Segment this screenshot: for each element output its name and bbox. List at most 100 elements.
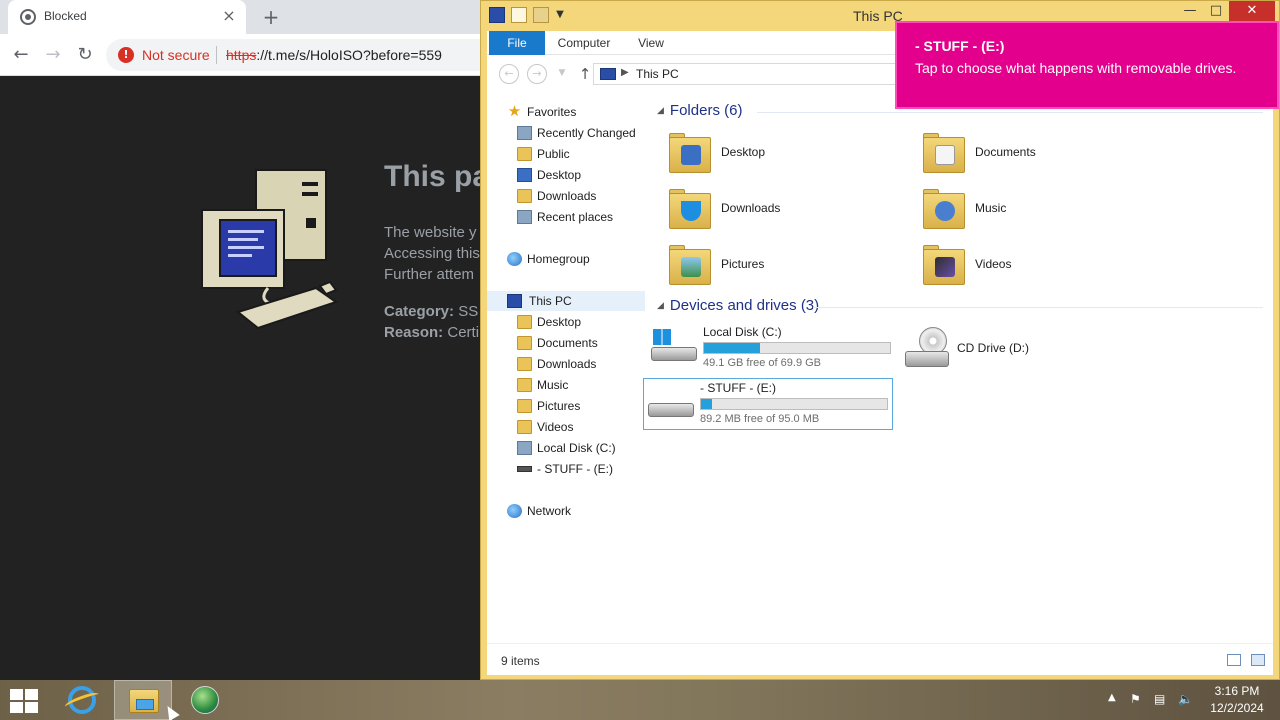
nav-label: Favorites: [527, 105, 577, 119]
nav-label: Network: [527, 504, 572, 518]
tab-title: Blocked: [44, 9, 87, 23]
details-view-icon[interactable]: [1227, 654, 1241, 666]
folder-icon: [517, 357, 532, 371]
properties-icon[interactable]: [511, 7, 527, 23]
nav-label: - STUFF - (E:): [537, 462, 613, 476]
network-icon: [507, 504, 522, 518]
documents-folder-icon: [923, 131, 965, 175]
internet-explorer-icon: [68, 686, 96, 714]
star-icon: ★: [507, 103, 522, 120]
computer-icon: [600, 68, 616, 80]
drive-cd-d[interactable]: CD Drive (D:): [901, 323, 1151, 375]
recent-places-icon: [517, 210, 532, 224]
start-button[interactable]: [10, 689, 40, 713]
up-arrow-icon[interactable]: ↑: [577, 64, 593, 84]
group-divider: [757, 112, 1263, 113]
folder-icon: [517, 315, 532, 329]
notification-body: Tap to choose what happens with removabl…: [915, 60, 1237, 76]
nav-label: Public: [537, 147, 570, 161]
folder-downloads[interactable]: Downloads: [669, 185, 909, 237]
category-row: Category: SS: [384, 303, 478, 320]
chevron-right-icon[interactable]: ▶: [621, 67, 629, 78]
items-view: ◢ Folders (6) Desktop Documents Downloads…: [643, 93, 1273, 643]
devices-group-header[interactable]: ◢ Devices and drives (3): [657, 297, 819, 314]
reload-icon[interactable]: ↻: [72, 42, 98, 68]
globe-icon: [20, 9, 36, 25]
new-folder-icon[interactable]: [533, 7, 549, 23]
chevron-down-icon[interactable]: ▼: [555, 7, 565, 23]
folder-label: Desktop: [721, 145, 766, 159]
speaker-muted-icon[interactable]: 🔈: [1178, 692, 1193, 706]
explorer-content: ★ Favorites Recently Changed Public Deskt…: [487, 93, 1273, 643]
folder-icon: [517, 147, 532, 161]
computer-icon[interactable]: [489, 7, 505, 23]
url-text[interactable]: https://t.me/s/HoloISO?before=559: [226, 47, 442, 63]
drive-local-disk-c[interactable]: Local Disk (C:) 49.1 GB free of 69.9 GB: [647, 323, 897, 375]
reason-value: Certi: [447, 324, 480, 341]
taskbar-browser[interactable]: [176, 680, 234, 720]
nav-this-pc[interactable]: This PC: [487, 291, 645, 311]
folder-pictures[interactable]: Pictures: [669, 241, 909, 293]
folder-icon: [517, 378, 532, 392]
folder-videos[interactable]: Videos: [923, 241, 1163, 293]
folder-music[interactable]: Music: [923, 185, 1163, 237]
tab-computer[interactable]: Computer: [549, 31, 619, 55]
drive-stuff-e[interactable]: - STUFF - (E:) 89.2 MB free of 95.0 MB: [643, 378, 893, 430]
chevron-down-icon[interactable]: ▼: [555, 64, 569, 84]
downloads-folder-icon: [669, 187, 711, 231]
nav-label: Recent places: [537, 210, 614, 224]
desktop-icon: [517, 168, 532, 182]
not-secure-label[interactable]: Not secure: [142, 47, 210, 63]
network-icon[interactable]: ▤: [1154, 692, 1165, 706]
drive-usage-fill: [701, 399, 712, 409]
new-tab-button[interactable]: +: [258, 4, 284, 30]
notification-title: - STUFF - (E:): [915, 38, 1005, 54]
nav-label: Downloads: [537, 189, 597, 203]
blocked-page-line: Accessing this: [384, 245, 480, 262]
minimize-button[interactable]: —: [1177, 1, 1203, 23]
autoplay-notification[interactable]: - STUFF - (E:) Tap to choose what happen…: [895, 21, 1279, 109]
forward-arrow-icon[interactable]: →: [527, 64, 547, 84]
collapse-triangle-icon[interactable]: ◢: [657, 105, 664, 115]
address-path[interactable]: This PC: [636, 67, 679, 81]
back-arrow-icon[interactable]: ←: [8, 42, 34, 68]
navigation-pane: ★ Favorites Recently Changed Public Deskt…: [487, 93, 647, 643]
computer-icon: [507, 294, 522, 308]
folders-group-header[interactable]: ◢ Folders (6): [657, 102, 742, 119]
show-hidden-icons-icon[interactable]: ▲: [1108, 692, 1116, 703]
taskbar-internet-explorer[interactable]: [52, 680, 110, 720]
recent-icon: [517, 126, 532, 140]
back-arrow-icon[interactable]: ←: [499, 64, 519, 84]
maximize-button[interactable]: □: [1203, 1, 1229, 23]
blocked-page-title: This pa: [384, 160, 490, 193]
group-title: Devices and drives (3): [669, 297, 820, 314]
folder-desktop[interactable]: Desktop: [669, 129, 909, 181]
close-tab-button[interactable]: ×: [220, 6, 238, 26]
tab-view[interactable]: View: [629, 31, 673, 55]
item-count: 9 items: [501, 654, 540, 668]
browser-tab[interactable]: Blocked ×: [8, 0, 246, 34]
close-button[interactable]: ✕: [1229, 1, 1275, 23]
folder-icon: [517, 336, 532, 350]
folder-label: Pictures: [721, 257, 765, 271]
clock-date[interactable]: 12/2/2024: [1204, 701, 1270, 715]
flag-icon[interactable]: ⚑: [1130, 692, 1141, 706]
quick-access-toolbar: ▼: [489, 7, 571, 25]
folder-icon: [517, 399, 532, 413]
tab-file[interactable]: File: [489, 31, 545, 55]
nav-label: Homegroup: [527, 252, 590, 266]
taskbar-file-explorer[interactable]: [114, 680, 172, 720]
taskbar: ▲ ⚑ ▤ 🔈 3:16 PM 12/2/2024: [0, 680, 1280, 720]
nav-label: Local Disk (C:): [537, 441, 616, 455]
drive-usage-bar: [700, 398, 888, 410]
url-path: ://t.me/s/HoloISO?before=559: [256, 47, 442, 63]
collapse-triangle-icon[interactable]: ◢: [657, 300, 664, 310]
address-separator: [216, 46, 217, 64]
homegroup-icon: [507, 252, 522, 266]
clock-time[interactable]: 3:16 PM: [1204, 684, 1270, 698]
folder-documents[interactable]: Documents: [923, 129, 1163, 181]
tiles-view-icon[interactable]: [1251, 654, 1265, 666]
forward-arrow-icon[interactable]: →: [40, 42, 66, 68]
nav-label: Pictures: [537, 399, 581, 413]
explorer-address-bar[interactable]: ▶ This PC: [593, 63, 903, 85]
